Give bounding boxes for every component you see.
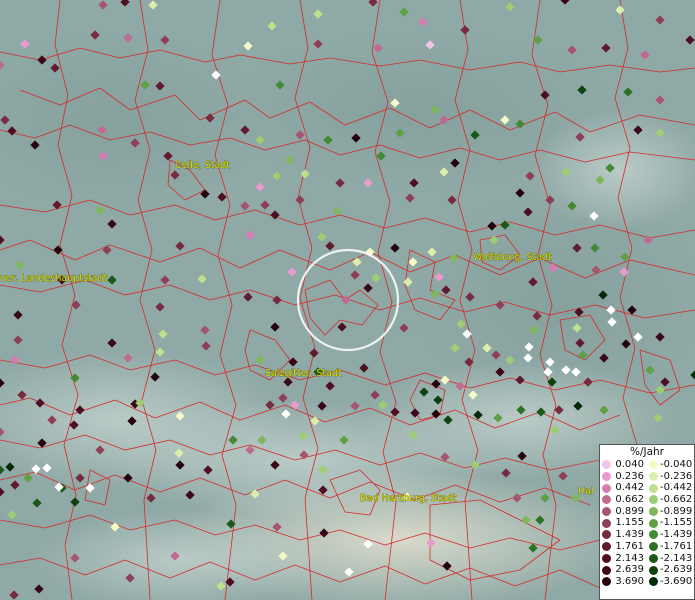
- legend-swatch-icon: [649, 542, 658, 552]
- legend-entry-positive: 2.639: [600, 564, 647, 576]
- legend-swatch-icon: [602, 460, 611, 470]
- legend-label: 0.899: [615, 505, 644, 517]
- legend-entry-negative: -1.439: [647, 529, 694, 541]
- legend-row: 0.899 -0.899: [600, 506, 694, 518]
- legend-row: 3.690 -3.690: [600, 576, 694, 588]
- legend-row: 1.761 -1.761: [600, 541, 694, 553]
- legend-label: -1.439: [660, 529, 693, 541]
- legend-entry-positive: 2.143: [600, 553, 647, 565]
- legend-entry-negative: -3.690: [647, 576, 694, 588]
- legend-label: 0.442: [615, 482, 644, 494]
- legend-label: -0.040: [660, 459, 693, 470]
- legend-label: -0.442: [660, 482, 693, 494]
- legend-swatch-icon: [649, 577, 658, 587]
- legend-label: 1.761: [615, 540, 644, 552]
- legend-swatch-icon: [649, 472, 658, 482]
- legend-entry-negative: -0.236: [647, 471, 694, 483]
- legend-label: -2.639: [660, 564, 693, 576]
- legend-swatch-icon: [602, 565, 611, 575]
- legend-row: 0.040 -0.040: [600, 459, 694, 471]
- legend-label: 1.155: [615, 517, 644, 529]
- legend-swatch-icon: [649, 507, 658, 517]
- legend: %/Jahr 0.040 -0.040 0.236 -0.236 0.442 -0.442…: [599, 444, 695, 600]
- legend-swatch-icon: [649, 530, 658, 540]
- legend-label: 0.040: [615, 459, 644, 470]
- legend-swatch-icon: [602, 472, 611, 482]
- legend-swatch-icon: [602, 542, 611, 552]
- legend-entry-positive: 0.442: [600, 482, 647, 494]
- legend-entry-negative: -0.662: [647, 494, 694, 506]
- legend-entry-negative: -1.155: [647, 517, 694, 529]
- legend-row: 0.236 -0.236: [600, 471, 694, 483]
- legend-entry-negative: -2.639: [647, 564, 694, 576]
- legend-swatch-icon: [602, 553, 611, 563]
- legend-swatch-icon: [602, 495, 611, 505]
- legend-label: -1.155: [660, 517, 693, 529]
- legend-label: 0.236: [615, 470, 644, 482]
- legend-entry-negative: -0.442: [647, 482, 694, 494]
- legend-entry-negative: -2.143: [647, 553, 694, 565]
- legend-entry-negative: -1.761: [647, 541, 694, 553]
- legend-label: -0.236: [660, 470, 693, 482]
- legend-entry-negative: -0.899: [647, 506, 694, 518]
- legend-entry-positive: 0.236: [600, 471, 647, 483]
- legend-swatch-icon: [649, 565, 658, 575]
- legend-swatch-icon: [602, 507, 611, 517]
- place-label-halberstadt: Hal: [578, 486, 594, 497]
- place-label-hannover: ver, Landeshauptstadt: [0, 273, 108, 284]
- legend-label: 3.690: [615, 575, 644, 587]
- place-label-bad-harzburg: Bad Harzburg, Stadt: [360, 493, 457, 504]
- legend-swatch-icon: [602, 577, 611, 587]
- legend-entry-positive: 0.662: [600, 494, 647, 506]
- map-canvas[interactable]: Celle, Stadt Wolfsburg, Stadt ver, Lande…: [0, 0, 695, 600]
- legend-label: 2.143: [615, 552, 644, 564]
- legend-swatch-icon: [602, 518, 611, 528]
- legend-swatch-icon: [649, 518, 658, 528]
- legend-rows: 0.040 -0.040 0.236 -0.236 0.442 -0.442 0.662 -0…: [600, 459, 694, 588]
- legend-entry-negative: -0.040: [647, 459, 694, 471]
- legend-label: -1.761: [660, 540, 693, 552]
- legend-entry-positive: 1.155: [600, 517, 647, 529]
- legend-label: -2.143: [660, 552, 693, 564]
- legend-entry-positive: 1.439: [600, 529, 647, 541]
- legend-swatch-icon: [602, 530, 611, 540]
- legend-row: 1.439 -1.439: [600, 529, 694, 541]
- legend-row: 2.143 -2.143: [600, 553, 694, 565]
- legend-label: 1.439: [615, 529, 644, 541]
- legend-label: 0.662: [615, 494, 644, 506]
- legend-row: 0.662 -0.662: [600, 494, 694, 506]
- legend-label: -3.690: [660, 575, 693, 587]
- legend-swatch-icon: [649, 460, 658, 470]
- legend-swatch-icon: [602, 483, 611, 493]
- place-label-salzgitter: Salzgitter, Stadt: [265, 368, 342, 379]
- legend-entry-positive: 0.899: [600, 506, 647, 518]
- legend-swatch-icon: [649, 483, 658, 493]
- place-label-celle: Celle, Stadt: [175, 160, 230, 171]
- legend-label: -0.899: [660, 505, 693, 517]
- legend-entry-positive: 3.690: [600, 576, 647, 588]
- legend-entry-positive: 1.761: [600, 541, 647, 553]
- legend-row: 1.155 -1.155: [600, 517, 694, 529]
- legend-title: %/Jahr: [629, 446, 665, 458]
- legend-row: 2.639 -2.639: [600, 564, 694, 576]
- legend-swatch-icon: [649, 553, 658, 563]
- legend-row: 0.442 -0.442: [600, 482, 694, 494]
- legend-label: 2.639: [615, 564, 644, 576]
- place-label-wolfsburg: Wolfsburg, Stadt: [473, 252, 552, 263]
- legend-entry-positive: 0.040: [600, 459, 647, 471]
- legend-label: -0.662: [660, 494, 693, 506]
- legend-swatch-icon: [649, 495, 658, 505]
